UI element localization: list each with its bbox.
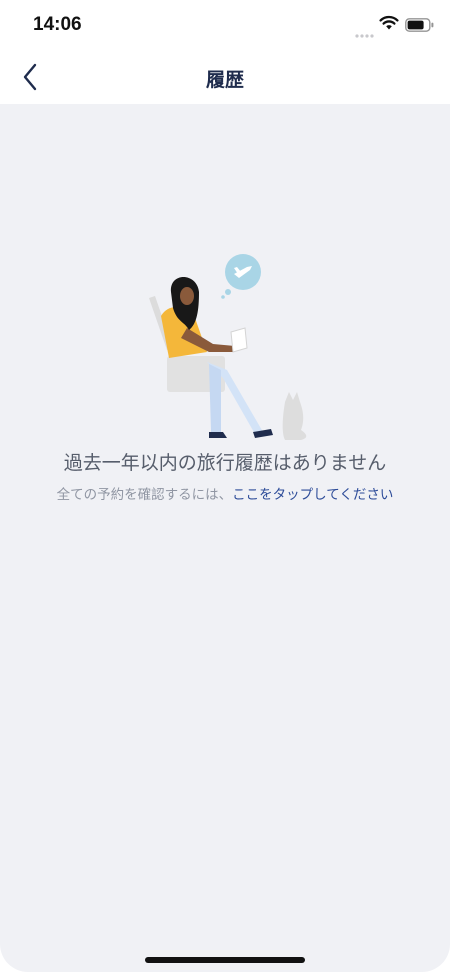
wifi-icon: [379, 15, 399, 35]
signal-dots-icon: [355, 24, 375, 43]
traveler-in-seat-illustration: [149, 254, 307, 440]
navigation-bar: 履歴: [0, 50, 450, 104]
empty-state-title: 過去一年以内の旅行履歴はありません: [63, 452, 387, 474]
view-all-bookings-link[interactable]: ここをタップしてください: [232, 487, 393, 503]
status-bar: 14:06: [0, 0, 450, 50]
page-title: 履歴: [205, 69, 244, 91]
home-indicator: [145, 957, 305, 963]
subtitle-text: 全ての予約を確認するには、: [56, 487, 233, 503]
empty-state: 過去一年以内の旅行履歴はありません 全ての予約を確認するには、ここをタップしてく…: [0, 104, 450, 972]
status-time: 14:06: [33, 14, 82, 35]
app-screen: 14:06 履歴 過去一年以内の旅行履歴はありません 全ての予約を確認するには、…: [0, 0, 450, 972]
empty-state-subtitle: 全ての予約を確認するには、ここをタップしてください: [0, 483, 450, 503]
battery-icon: [405, 17, 435, 36]
